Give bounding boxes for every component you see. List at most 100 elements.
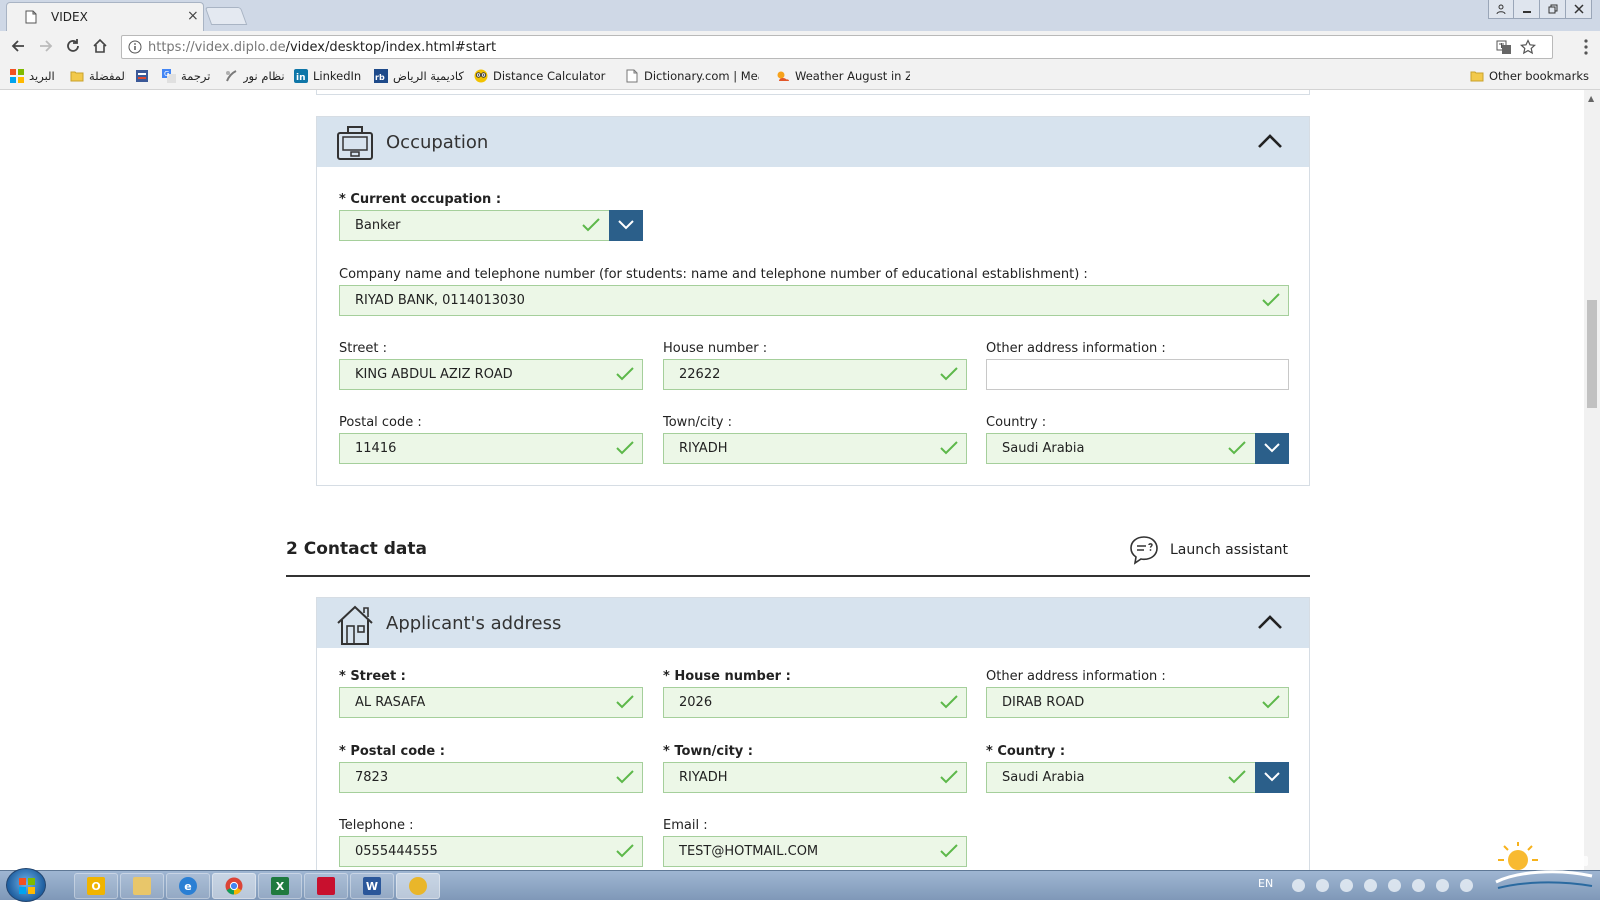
check-icon: [1228, 770, 1246, 784]
language-indicator[interactable]: EN: [1258, 877, 1273, 890]
check-icon: [582, 218, 600, 232]
chevron-up-icon[interactable]: [1257, 133, 1283, 149]
house-icon: [335, 604, 375, 646]
tab-close-icon[interactable]: ×: [187, 8, 199, 24]
taskbar-app-internet-explorer[interactable]: e: [166, 873, 210, 899]
bookmark-noor[interactable]: نظام نور: [224, 68, 284, 84]
back-arrow-icon[interactable]: [10, 38, 26, 54]
taskbar-app-explorer[interactable]: [120, 873, 164, 899]
company-input[interactable]: RIYAD BANK, 0114013030: [339, 285, 1289, 316]
tray-volume-icon[interactable]: [1436, 879, 1449, 892]
bookmark-star-icon[interactable]: [1520, 39, 1536, 55]
taskbar-app-acrobat[interactable]: [304, 873, 348, 899]
tray-sync-icon[interactable]: [1340, 879, 1353, 892]
bookmark-weather[interactable]: Weather August in Z: [776, 68, 910, 84]
minimize-icon[interactable]: [1514, 0, 1540, 19]
occupation-town-input[interactable]: RIYADH: [663, 433, 967, 464]
address-house-value: 2026: [679, 695, 713, 710]
weather-icon: [776, 69, 790, 83]
occupation-street-value: KING ABDUL AZIZ ROAD: [355, 367, 513, 382]
forward-arrow-icon[interactable]: [38, 38, 54, 54]
tray-security-icon[interactable]: [1460, 879, 1473, 892]
applicant-address-header[interactable]: Applicant's address: [317, 598, 1309, 648]
current-occupation-select[interactable]: Banker: [339, 210, 643, 241]
page-scrollbar[interactable]: ▲: [1584, 90, 1600, 870]
check-icon: [940, 844, 958, 858]
address-other-input[interactable]: DIRAB ROAD: [986, 687, 1289, 718]
browser-tab[interactable]: VIDEX ×: [6, 2, 204, 31]
bookmark-translate[interactable]: G ترجمة: [162, 68, 216, 84]
close-window-icon[interactable]: [1566, 0, 1592, 19]
excel-icon: X: [271, 877, 289, 895]
scroll-up-icon[interactable]: ▲: [1588, 94, 1594, 103]
email-input[interactable]: TEST@HOTMAIL.COM: [663, 836, 967, 867]
translate-icon[interactable]: [1496, 39, 1512, 55]
tray-wifi-icon[interactable]: [1388, 879, 1401, 892]
svg-text:G: G: [164, 70, 169, 78]
taskbar-app-chrome[interactable]: [212, 873, 256, 899]
bookmark-mail[interactable]: البريد: [10, 68, 60, 84]
browser-toolbar: https://videx.diplo.de/videx/desktop/ind…: [0, 31, 1600, 62]
google-translate-icon: G: [162, 69, 176, 83]
company-value: RIYAD BANK, 0114013030: [355, 293, 525, 308]
other-bookmarks[interactable]: Other bookmarks: [1470, 68, 1594, 84]
bookmark-linkedin[interactable]: in LinkedIn: [294, 68, 364, 84]
check-icon: [616, 770, 634, 784]
user-icon[interactable]: [1488, 0, 1514, 19]
email-label: Email :: [663, 818, 708, 833]
chevron-up-icon[interactable]: [1257, 614, 1283, 630]
dropdown-button[interactable]: [609, 210, 643, 241]
bookmark-riyadh-academy[interactable]: rb أكاديمية الرياض: [374, 68, 464, 84]
taskbar-app-excel[interactable]: X: [258, 873, 302, 899]
check-icon: [1262, 695, 1280, 709]
chrome-icon: [225, 877, 243, 895]
telephone-input[interactable]: 0555444555: [339, 836, 643, 867]
current-occupation-value: Banker: [355, 218, 401, 233]
folder-icon: [133, 877, 151, 895]
occupation-house-input[interactable]: 22622: [663, 359, 967, 390]
tray-network-icon[interactable]: [1364, 879, 1377, 892]
window-controls: [1488, 0, 1592, 20]
occupation-header[interactable]: Occupation: [317, 117, 1309, 167]
browser-menu-icon[interactable]: [1584, 39, 1588, 55]
tray-chrome-icon[interactable]: [1292, 879, 1305, 892]
word-icon: W: [363, 877, 381, 895]
check-icon: [616, 367, 634, 381]
start-button[interactable]: [6, 868, 46, 902]
occupation-postal-input[interactable]: 11416: [339, 433, 643, 464]
restore-icon[interactable]: [1540, 0, 1566, 19]
address-postal-input[interactable]: 7823: [339, 762, 643, 793]
taskbar-app-outlook[interactable]: O: [74, 873, 118, 899]
occupation-other-input[interactable]: [986, 359, 1289, 390]
occupation-country-select[interactable]: Saudi Arabia: [986, 433, 1289, 464]
dropdown-button[interactable]: [1255, 762, 1289, 793]
bookmark-dictionary[interactable]: Dictionary.com | Mea: [625, 68, 759, 84]
info-icon[interactable]: [128, 40, 142, 54]
telephone-value: 0555444555: [355, 844, 438, 859]
tray-display-icon[interactable]: [1412, 879, 1425, 892]
address-town-input[interactable]: RIYADH: [663, 762, 967, 793]
address-town-value: RIYADH: [679, 770, 728, 785]
section-divider: [286, 575, 1310, 577]
address-postal-value: 7823: [355, 770, 389, 785]
address-bar[interactable]: https://videx.diplo.de/videx/desktop/ind…: [121, 35, 1553, 59]
linkedin-icon: in: [294, 69, 308, 83]
scrollbar-thumb[interactable]: [1587, 300, 1597, 408]
home-icon[interactable]: [92, 38, 108, 54]
occupation-street-input[interactable]: KING ABDUL AZIZ ROAD: [339, 359, 643, 390]
new-tab-button[interactable]: [204, 7, 248, 25]
tray-app-icon[interactable]: [1316, 879, 1329, 892]
taskbar-app-search[interactable]: [396, 873, 440, 899]
bookmark-distance-calculator[interactable]: Distance Calculator b: [474, 68, 610, 84]
bookmark-site[interactable]: [135, 68, 155, 84]
address-house-input[interactable]: 2026: [663, 687, 967, 718]
reload-icon[interactable]: [65, 38, 81, 54]
apps-grid-icon: [10, 69, 24, 83]
check-icon: [940, 770, 958, 784]
taskbar-app-word[interactable]: W: [350, 873, 394, 899]
academy-icon: rb: [374, 69, 388, 83]
address-street-input[interactable]: AL RASAFA: [339, 687, 643, 718]
bookmark-favorites[interactable]: المفضلة: [70, 68, 126, 84]
dropdown-button[interactable]: [1255, 433, 1289, 464]
address-country-select[interactable]: Saudi Arabia: [986, 762, 1289, 793]
